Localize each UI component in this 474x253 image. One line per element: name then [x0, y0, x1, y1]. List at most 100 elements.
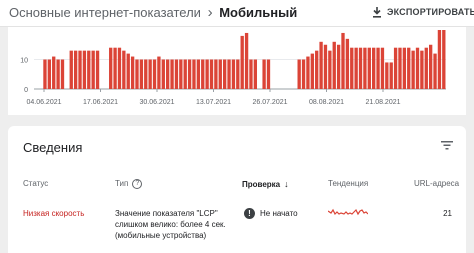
column-header-type-label[interactable]: Тип: [115, 179, 128, 188]
url-count: 21: [443, 209, 452, 218]
chart-bar: [113, 47, 117, 89]
chart-bar: [407, 47, 411, 89]
x-tick-label: 04.06.2021: [26, 99, 61, 106]
chart-bar: [69, 50, 73, 89]
chart-card: 0 10 04.06.2021 17.06.2021 30.06.2021 13.07.2…: [8, 27, 466, 115]
chart-bar: [174, 59, 179, 89]
chart-bar: [398, 47, 402, 89]
chart-bar: [323, 44, 328, 89]
export-button[interactable]: ЭКСПОРТИРОВАТЬ: [372, 2, 474, 22]
chart-bar: [43, 59, 47, 89]
chart-bar: [249, 59, 253, 89]
chart-bar: [297, 59, 301, 89]
chart-bar: [218, 59, 222, 89]
check-status: Не начато: [260, 209, 298, 218]
column-header-trend: Тенденция: [328, 179, 369, 188]
x-tick-label: 08.08.2021: [309, 99, 344, 106]
sort-arrow-icon: ↓: [284, 179, 289, 189]
chart-bar: [372, 47, 376, 89]
chart-bar: [306, 56, 310, 89]
chart-bar: [144, 59, 148, 89]
chart-bar: [126, 53, 130, 89]
breadcrumb-parent[interactable]: Основные интернет-показатели: [9, 5, 201, 20]
chart-bar: [95, 50, 100, 89]
status-link[interactable]: Низкая скорость: [23, 208, 84, 219]
column-header-status[interactable]: Статус: [23, 179, 48, 188]
chart-bar: [385, 62, 389, 89]
chart-bar: [367, 47, 371, 89]
chart-bar: [192, 59, 196, 89]
y-tick-label: 0: [24, 87, 28, 94]
chart-bar: [196, 59, 201, 89]
chart-bar: [73, 50, 78, 89]
x-tick-label: 13.07.2021: [196, 99, 231, 106]
chart-bar: [152, 59, 157, 89]
chart-bar: [130, 56, 135, 89]
chart-bar: [117, 47, 122, 89]
chart-bar: [442, 30, 446, 89]
alert-icon: !: [244, 208, 255, 219]
column-header-urls: URL-адреса: [414, 179, 460, 188]
chart-bar: [139, 59, 144, 89]
chart-bar: [336, 44, 341, 89]
chart-bar: [236, 59, 240, 89]
chart-bar: [402, 47, 407, 89]
chart-bar: [231, 59, 236, 89]
chart-bar: [341, 32, 345, 89]
issue-type-text: Значение показателя "LCP" слишком велико…: [115, 209, 226, 240]
trend-sparkline: [328, 208, 368, 216]
chart-bar: [122, 50, 126, 89]
chart-bar: [411, 50, 415, 89]
bar-chart: 0 10 04.06.2021 17.06.2021 30.06.2021 13.07.2…: [20, 30, 446, 106]
chart-bar: [262, 59, 266, 89]
chart-bar: [363, 47, 367, 89]
chart-bar: [183, 59, 187, 89]
filter-icon[interactable]: [441, 141, 453, 150]
chart-bar: [214, 59, 218, 89]
breadcrumb-current: Мобильный: [219, 5, 298, 20]
chart-bar: [376, 47, 380, 89]
x-tick-label: 17.06.2021: [83, 99, 118, 106]
chart-bar: [87, 50, 91, 89]
chart-bar: [187, 59, 192, 89]
chart-bar: [201, 59, 205, 89]
help-icon[interactable]: ?: [132, 179, 143, 189]
chart-bar: [319, 41, 323, 89]
chart-bar: [161, 59, 165, 89]
chart-bar: [170, 59, 174, 89]
chart-bar: [60, 59, 65, 89]
chart-bar: [148, 59, 152, 89]
column-header-check-label: Проверка: [242, 180, 281, 189]
chart-bar: [354, 47, 358, 89]
details-card: Сведения Статус Тип? Проверка ↓ Тенденция…: [8, 126, 466, 253]
chart-bar: [328, 50, 332, 89]
chart-bar: [135, 59, 139, 89]
download-icon: [373, 6, 381, 18]
chart-bar: [428, 44, 433, 89]
column-header-check[interactable]: Проверка ↓: [242, 179, 289, 189]
chart-bar: [424, 47, 428, 89]
chart-bar: [345, 38, 350, 89]
column-header-type: Тип?: [115, 179, 143, 189]
chart-bar: [332, 41, 336, 89]
y-tick-label: 10: [20, 58, 28, 65]
chart-bar: [240, 35, 244, 89]
chart-bar: [209, 59, 214, 89]
chart-bar: [350, 47, 354, 89]
chart-bar: [82, 50, 87, 89]
chart-bar: [205, 59, 209, 89]
chart-bar: [380, 47, 385, 89]
x-tick-label: 26.07.2021: [252, 99, 287, 106]
chart-bar: [47, 59, 52, 89]
chart-bar: [315, 50, 319, 89]
chart-bar: [433, 53, 437, 89]
chart-bar: [52, 56, 56, 89]
chart-bar: [109, 47, 113, 89]
chart-bar: [437, 30, 442, 89]
chart-bar: [266, 59, 271, 89]
export-label: ЭКСПОРТИРОВАТЬ: [387, 7, 474, 17]
chart-bar: [78, 50, 82, 89]
chart-bar: [358, 47, 363, 89]
breadcrumb: Основные интернет-показатели › Мобильный: [9, 4, 297, 21]
details-title: Сведения: [23, 140, 83, 155]
